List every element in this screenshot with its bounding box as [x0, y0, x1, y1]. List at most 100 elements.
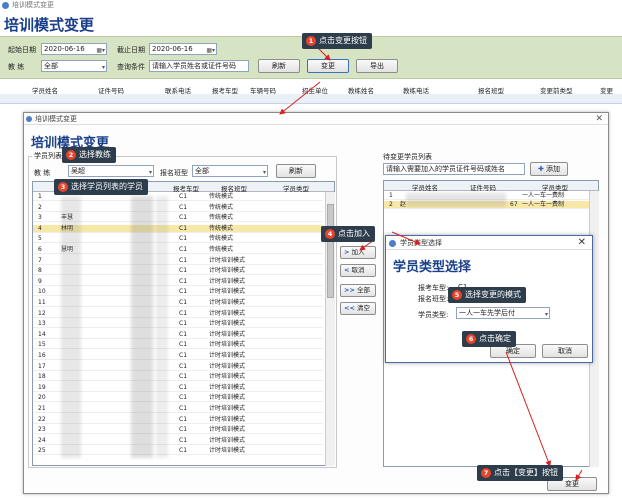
student-type-select[interactable]: 一人一车先学后付 ▾ — [456, 307, 550, 319]
cell-no: 8 — [38, 267, 42, 275]
chevron-down-icon: ▾ — [148, 169, 152, 176]
callout-step-4: 4 点击加入 — [321, 226, 375, 242]
chevron-down-icon: ▾ — [262, 169, 266, 176]
cell-class: 计时培训模式 — [209, 383, 246, 391]
col-header[interactable]: 学员类型 — [283, 183, 309, 193]
blurred-pending-info — [406, 193, 506, 207]
cell-class: 传统模式 — [209, 246, 234, 253]
pending-list-label: 待变更学员列表 — [383, 153, 432, 161]
cell-no: 9 — [38, 277, 42, 285]
cell-no: 14 — [38, 330, 46, 338]
cell-type: C1 — [179, 341, 188, 349]
blurred-ids — [156, 196, 168, 458]
query-input[interactable]: 请输入学员姓名或证件号码 — [149, 60, 249, 72]
dialog-coach-label: 教 练 — [34, 169, 51, 177]
class-select[interactable]: 全部 ▾ — [192, 165, 268, 177]
cell-class: 计时培训模式 — [209, 436, 246, 444]
cell-type: C1 — [179, 224, 188, 232]
callout-step-6: 6 点击确定 — [462, 331, 516, 347]
cell-no: 15 — [38, 341, 46, 349]
cell-class: 计时培训模式 — [209, 309, 246, 317]
student-type-label: 学员类型: — [418, 311, 449, 319]
cell-class: 计时培训模式 — [209, 256, 246, 264]
calendar-icon[interactable]: ▦▾ — [206, 46, 215, 54]
start-date-label: 起始日期 — [8, 46, 36, 54]
cell-no: 13 — [38, 320, 46, 328]
remove-button[interactable]: < 取消 — [340, 264, 376, 277]
cell-type: C1 — [179, 415, 188, 423]
col-header[interactable]: 报考车型 — [173, 183, 199, 193]
cell-no: 5 — [38, 235, 42, 243]
cell-type: C1 — [179, 299, 188, 306]
calendar-icon[interactable]: ▦▾ — [96, 46, 105, 54]
cell-type: C1 — [179, 214, 188, 222]
cell-type: C1 — [179, 447, 188, 455]
chevron-down-icon: ▾ — [544, 311, 548, 318]
cell-class: 传统模式 — [209, 235, 234, 243]
clear-button[interactable]: << 清空 — [340, 302, 376, 315]
close-icon[interactable]: ✕ — [595, 113, 603, 125]
cell-class: 传统模式 — [209, 224, 234, 232]
cell-type: C1 — [179, 383, 188, 391]
cell-type: C1 — [179, 436, 188, 444]
subdialog-title: 学员类型选择 — [400, 239, 442, 247]
cell-no: 3 — [38, 214, 42, 222]
cell-type: C1 — [179, 277, 188, 285]
pending-grid-header: 学员姓名 证件号码 学员类型 — [384, 181, 598, 192]
cell-no: 20 — [38, 394, 46, 402]
end-date-label: 截止日期 — [117, 46, 145, 54]
cell-type: C1 — [179, 267, 188, 275]
add-all-button[interactable]: >> 全部 — [340, 284, 376, 297]
close-icon[interactable]: ✕ — [578, 236, 586, 250]
col-header[interactable]: 学员类型 — [542, 182, 568, 192]
change-button[interactable]: 变更 — [307, 59, 349, 73]
cell-no: 24 — [38, 436, 46, 444]
cell-no: 19 — [38, 383, 46, 391]
callout-step-2: 2 选择教练 — [62, 147, 116, 163]
cell-type: C1 — [179, 193, 188, 200]
callout-step-7: 7 点击【变更】按钮 — [477, 465, 563, 481]
cell-no: 4 — [38, 224, 42, 232]
app-icon — [389, 240, 396, 247]
scroll-thumb[interactable] — [327, 204, 334, 298]
pending-search-input[interactable]: 请输入需要加入的学员证件号码或姓名 — [383, 163, 525, 175]
add-button[interactable]: > 加入 — [340, 246, 376, 259]
student-list-label: 学员列表 — [32, 151, 64, 161]
cell-type: C1 — [179, 373, 188, 381]
cell-type: C1 — [179, 256, 188, 264]
end-date-field[interactable]: 2020-06-16 ▦▾ — [149, 43, 217, 55]
callout-step-3: 3 选择学员列表的学员 — [54, 179, 148, 195]
coach-select[interactable]: 全部 ▾ — [41, 60, 107, 72]
window-titlebar: 培训模式变更 — [0, 0, 622, 11]
col-header[interactable]: 报名班型 — [221, 183, 247, 193]
cell-type: C1 — [179, 235, 188, 243]
page-title: 培训模式变更 — [4, 16, 95, 34]
cell-no: 22 — [38, 415, 46, 423]
cell-class: 计时培训模式 — [209, 330, 246, 338]
cell-class: 传统模式 — [209, 214, 234, 222]
cell-type: C1 — [179, 362, 188, 370]
refresh-button[interactable]: 刷新 — [258, 59, 300, 73]
dialog-title: 培训模式变更 — [35, 115, 77, 123]
cell-type: C1 — [179, 330, 188, 338]
callout-step-1: 1 点击变更按钮 — [302, 33, 372, 49]
cell-type: C1 — [179, 309, 188, 317]
subdialog-heading: 学员类型选择 — [393, 260, 472, 275]
cell-type: C1 — [179, 320, 188, 328]
cell-class: 计时培训模式 — [209, 299, 246, 306]
cell-class: 计时培训模式 — [209, 405, 246, 412]
subdialog-cancel-button[interactable]: 取消 — [542, 344, 588, 358]
start-date-field[interactable]: 2020-06-16 ▦▾ — [41, 43, 107, 55]
blurred-names — [61, 196, 81, 458]
pending-add-button[interactable]: ✚ 添加 — [530, 162, 568, 176]
dialog-coach-select[interactable]: 吴超 ▾ — [68, 165, 154, 177]
cell-class: 计时培训模式 — [209, 362, 246, 370]
dialog-refresh-button[interactable]: 刷新 — [276, 164, 316, 178]
col-header[interactable]: 证件号码 — [470, 182, 496, 192]
main-table-row[interactable] — [0, 94, 622, 104]
chevron-down-icon: ▾ — [101, 64, 105, 71]
export-button[interactable]: 导出 — [356, 59, 398, 73]
cell-class: 计时培训模式 — [209, 288, 246, 296]
cell-type: C1 — [179, 203, 188, 211]
col-header[interactable]: 学员姓名 — [412, 182, 438, 192]
